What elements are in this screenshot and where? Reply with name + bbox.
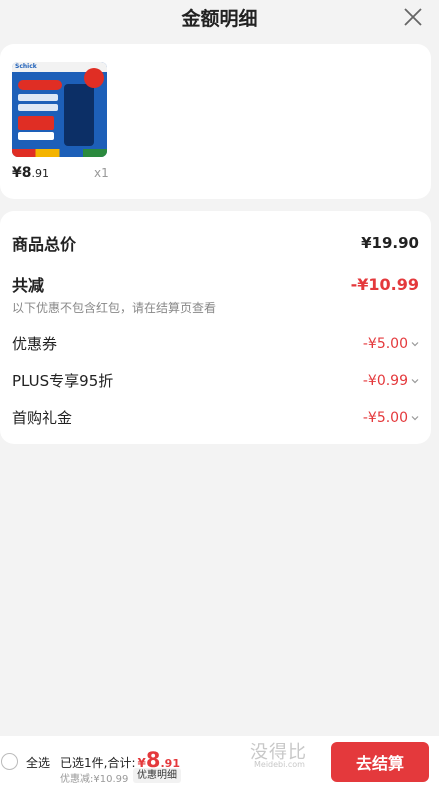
checkout-bar: 全选 已选1件,合计: ¥ 8 .91 优惠减:¥10.99 优惠明细 没得比 …	[0, 736, 439, 786]
discount-note: 以下优惠不包含红包，请在结算页查看	[12, 301, 217, 315]
discount-item-label: PLUS专享95折	[12, 372, 114, 390]
header: 金额明细	[0, 0, 439, 34]
discount-item[interactable]: PLUS专享95折 -¥0.99	[12, 370, 419, 391]
discount-item-value: -¥5.00	[363, 410, 419, 426]
product-price: ¥8.91	[12, 165, 49, 181]
reduction-row: 共减 -¥10.99	[12, 272, 419, 296]
watermark-sub: Meidebi.com	[254, 760, 305, 769]
price-detail-card: 商品总价 ¥19.90 共减 -¥10.99 以下优惠不包含红包，请在结算页查看…	[0, 211, 431, 444]
discount-item-value: -¥5.00	[363, 336, 419, 352]
summary-prefix: 已选1件,合计:	[60, 756, 136, 770]
discount-summary: 优惠减:¥10.99	[60, 774, 129, 785]
discount-item-value: -¥0.99	[363, 373, 419, 389]
reduction-value: -¥10.99	[350, 274, 419, 294]
chevron-down-icon	[411, 341, 419, 346]
discount-item[interactable]: 首购礼金 -¥5.00	[12, 407, 419, 428]
discount-item[interactable]: 优惠券 -¥5.00	[12, 333, 419, 354]
chevron-down-icon	[411, 415, 419, 420]
select-all-radio[interactable]	[1, 753, 18, 770]
subtotal-label: 商品总价	[12, 235, 77, 254]
product-brand: Schick	[15, 63, 37, 70]
page-title: 金额明细	[181, 7, 258, 30]
close-icon[interactable]	[403, 7, 423, 27]
product-card: Schick ¥8.91 x1	[0, 44, 431, 199]
discount-detail-button[interactable]: 优惠明细	[133, 768, 181, 783]
select-all-label[interactable]: 全选	[26, 754, 50, 771]
subtotal-value: ¥19.90	[361, 234, 419, 252]
discount-item-label: 优惠券	[12, 335, 58, 353]
subtotal-row: 商品总价 ¥19.90	[12, 231, 419, 255]
chevron-down-icon	[411, 378, 419, 383]
reduction-label: 共减	[12, 276, 45, 295]
product-image[interactable]: Schick	[12, 62, 107, 157]
discount-item-label: 首购礼金	[12, 409, 73, 427]
checkout-button[interactable]: 去结算	[331, 742, 429, 782]
product-quantity: x1	[94, 166, 109, 180]
